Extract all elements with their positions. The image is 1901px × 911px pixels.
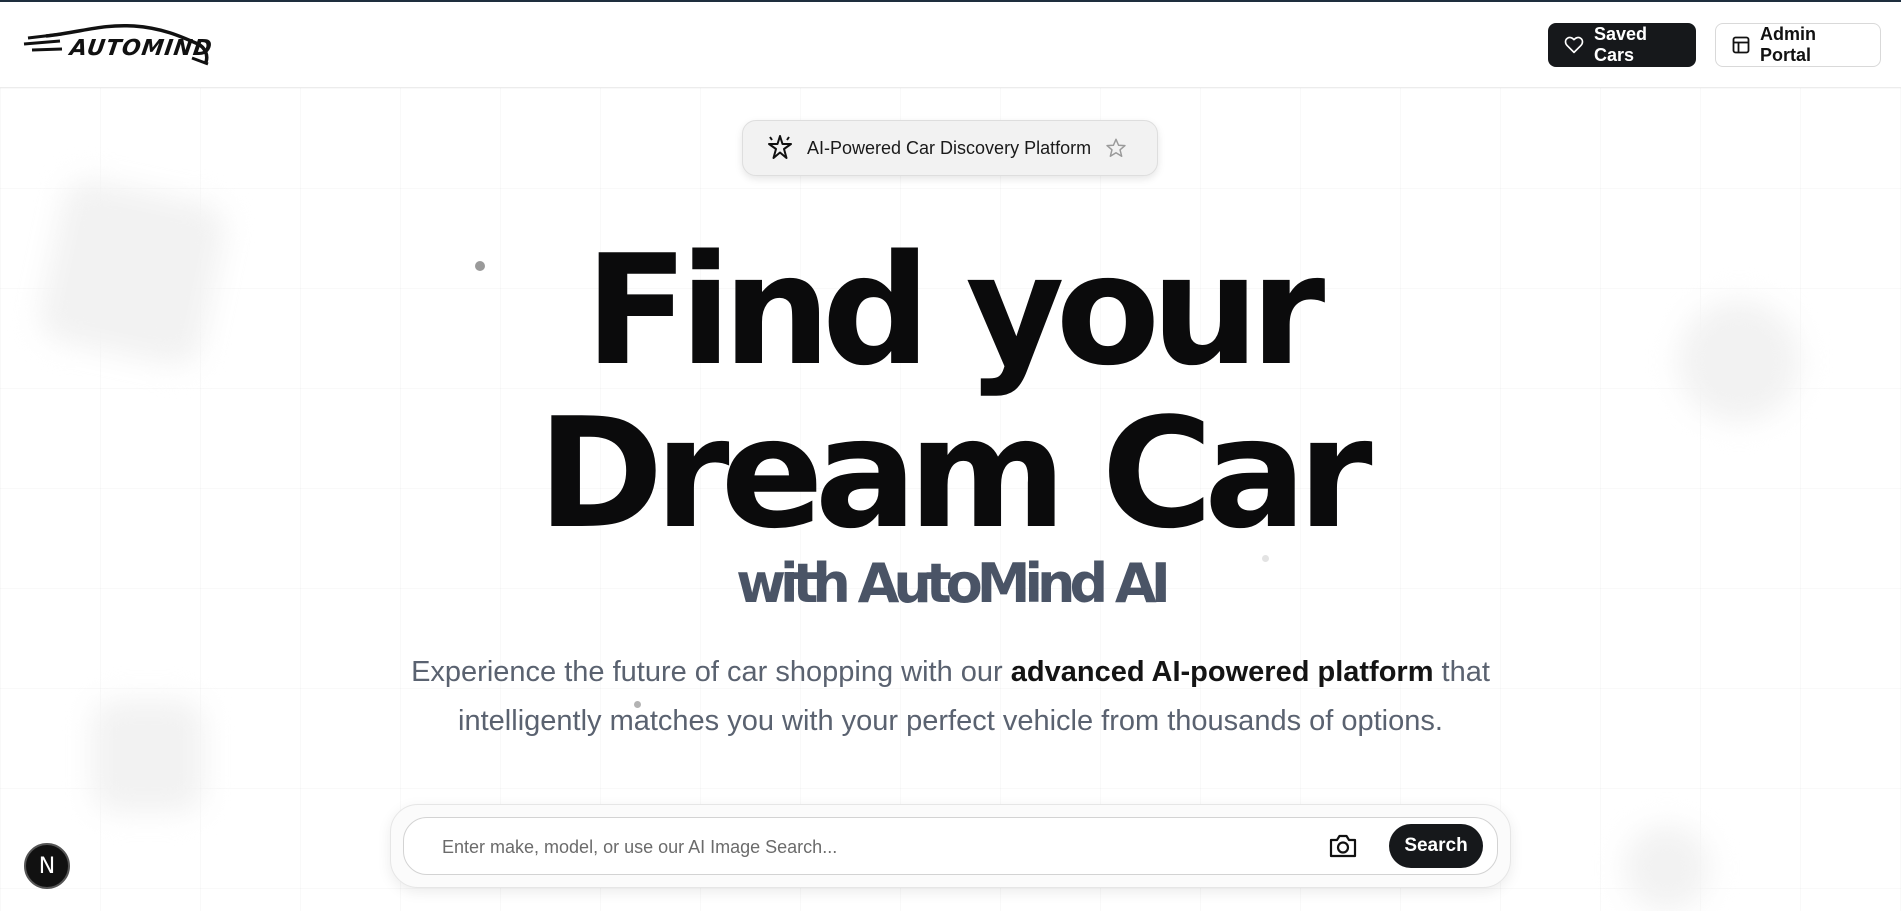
layout-icon: [1732, 36, 1750, 54]
automind-logo[interactable]: AUTOMIND: [22, 22, 214, 70]
top-navbar: AUTOMIND Saved Cars Admin Portal: [0, 2, 1901, 88]
ai-platform-badge: AI-Powered Car Discovery Platform: [742, 120, 1158, 176]
heart-icon: [1564, 36, 1584, 54]
background-blob: [92, 700, 204, 812]
top-accent-line: [0, 0, 1901, 2]
hero-title-line-2: Dream Car: [537, 385, 1372, 562]
search-button[interactable]: Search: [1389, 824, 1483, 868]
hero-subtitle: with AutoMind AI: [736, 552, 1171, 615]
description-highlight: advanced AI-powered platform: [1010, 656, 1434, 688]
next-dev-indicator[interactable]: N: [24, 843, 70, 889]
background-blob: [1624, 825, 1710, 911]
search-input[interactable]: [440, 826, 1284, 868]
camera-icon[interactable]: [1328, 833, 1358, 859]
star-outline-icon: [1106, 138, 1126, 157]
admin-portal-button[interactable]: Admin Portal: [1715, 23, 1881, 67]
description-prefix: Experience the future of car shopping wi…: [411, 656, 1011, 688]
search-field-container: Search: [403, 817, 1498, 875]
hero-description: Experience the future of car shopping wi…: [400, 648, 1501, 746]
search-bar: Search: [390, 804, 1511, 888]
saved-cars-label: Saved Cars: [1594, 24, 1648, 65]
badge-text: AI-Powered Car Discovery Platform: [807, 137, 1092, 158]
logo-wordmark: AUTOMIND: [68, 36, 215, 61]
saved-cars-button[interactable]: Saved Cars: [1548, 23, 1696, 67]
admin-portal-label: Admin Portal: [1760, 24, 1816, 65]
sparkle-star-icon: [768, 135, 792, 159]
hero-title-line-1: Find your: [584, 222, 1326, 399]
